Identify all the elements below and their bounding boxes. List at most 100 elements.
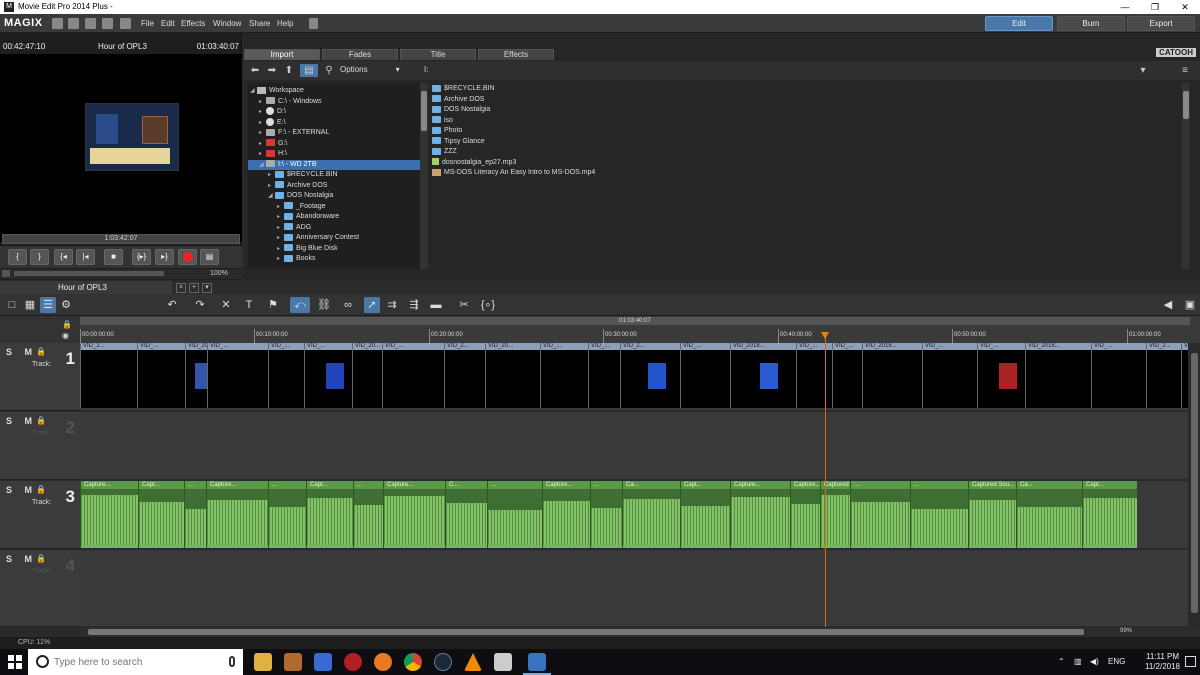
track-lock-icon[interactable]: 🔒 (36, 485, 46, 494)
vertical-scroll-thumb[interactable] (1191, 353, 1198, 613)
ungroup-icon[interactable]: ∞ (340, 297, 356, 313)
scene-view-icon[interactable]: ▦ (22, 297, 38, 313)
audio-clip[interactable]: Capture... (542, 481, 590, 548)
video-clip[interactable]: VID_... (1181, 343, 1188, 408)
video-clip[interactable]: VID_2018... (1025, 343, 1091, 408)
volume-icon[interactable]: ◀) (1090, 657, 1099, 666)
mouse-mode-icon[interactable]: ⤺ (290, 297, 310, 313)
tab-fades[interactable]: Fades (322, 49, 398, 60)
audio-clip[interactable]: Ca... (1016, 481, 1082, 548)
file-list-scrollbar[interactable] (1182, 83, 1190, 269)
video-clip[interactable]: VID_... (796, 343, 832, 408)
video-clip[interactable]: VID_... (922, 343, 977, 408)
audio-clip[interactable]: Capture... (730, 481, 790, 548)
video-clip[interactable]: VID_2... (80, 343, 137, 408)
monitor-zoom-value[interactable]: 100% (210, 270, 228, 277)
track-lane-3[interactable]: Capture... Capt...... Capture...... Capt...… (80, 481, 1188, 549)
audio-clip[interactable]: C... (445, 481, 487, 548)
solo-mute-buttons[interactable]: S M (6, 554, 37, 564)
taskbar-search-input[interactable] (54, 655, 224, 669)
video-clip[interactable]: VID_2... (620, 343, 680, 408)
timeline-zoom-value[interactable]: 99% (1120, 628, 1132, 634)
add-tab-icon[interactable]: + (189, 283, 199, 293)
tree-node[interactable]: ▸ G:\ (248, 139, 420, 149)
video-clip[interactable]: VID_... (1091, 343, 1146, 408)
expanded-arrow-icon[interactable]: ◢ (268, 191, 275, 201)
video-clip[interactable]: VID_2018... (862, 343, 922, 408)
razor-tool-icon[interactable]: ✂ (456, 297, 472, 313)
action-center-icon[interactable] (1185, 656, 1196, 667)
snap-tool-icon[interactable]: {∘} (480, 297, 496, 313)
new-project-icon[interactable] (52, 18, 63, 29)
magix-taskbar-icon[interactable] (523, 653, 551, 675)
firefox-icon[interactable] (374, 653, 392, 671)
audio-clip[interactable]: ... (910, 481, 968, 548)
video-clip[interactable]: VID_... (207, 343, 268, 408)
tab-import[interactable]: Import (244, 49, 320, 60)
view-mode-icon[interactable]: ▤ (300, 64, 318, 77)
taskbar-clock[interactable]: 11:11 PM 11/2/2018 (1145, 652, 1180, 672)
menu-edit[interactable]: Edit (161, 19, 175, 28)
vlc-icon[interactable] (464, 653, 482, 671)
menu-file[interactable]: File (141, 19, 154, 28)
track-lock-icon[interactable]: 🔒 (36, 554, 46, 563)
lock-icon[interactable]: 🔒 (62, 320, 72, 329)
tree-node[interactable]: ▸ D:\ (248, 107, 420, 117)
expanded-arrow-icon[interactable]: ◢ (250, 86, 257, 96)
track-lane-4[interactable] (80, 550, 1188, 627)
help-cursor-icon[interactable] (120, 18, 131, 29)
bird-app-icon[interactable] (494, 653, 512, 671)
tab-menu-icon[interactable]: ▾ (202, 283, 212, 293)
monitor-left-arrow-icon[interactable] (2, 270, 10, 277)
timeline-view-icon[interactable]: ☰ (40, 297, 56, 313)
video-clip[interactable]: VID_... (832, 343, 862, 408)
file-item[interactable]: Archive DOS (432, 95, 484, 105)
windows-start-icon[interactable] (8, 655, 22, 669)
file-explorer-icon[interactable] (254, 653, 272, 671)
tree-node[interactable]: ▸ H:\ (248, 149, 420, 159)
set-out-point-button[interactable]: } (30, 249, 49, 265)
timeline-ruler[interactable]: 🔒 ◉ 01:03:40:07 00:00:00:00 00:10:00:00 00… (0, 316, 1200, 343)
timeline-horizontal-scrollbar[interactable]: 99% (80, 627, 1200, 637)
collapsed-arrow-icon[interactable]: ▸ (259, 118, 266, 128)
expanded-arrow-icon[interactable]: ◢ (259, 160, 266, 170)
video-preview-screen[interactable] (0, 54, 242, 242)
close-button[interactable]: ✕ (1170, 0, 1200, 14)
folder-tree-scrollbar[interactable] (420, 83, 428, 269)
video-clip[interactable]: VID_... (382, 343, 444, 408)
settings-icon[interactable] (102, 18, 113, 29)
file-item[interactable]: Photo (432, 126, 462, 136)
file-item[interactable]: Tipsy Glance (432, 137, 485, 147)
tree-node[interactable]: ▸ E:\ (248, 117, 420, 128)
fullscreen-button[interactable]: ▤ (200, 249, 219, 265)
menu-help[interactable]: Help (277, 19, 293, 28)
title-text-icon[interactable]: T (241, 297, 257, 313)
video-clip[interactable]: VID_20... (485, 343, 540, 408)
save-icon[interactable] (85, 18, 96, 29)
collapsed-arrow-icon[interactable]: ▸ (277, 202, 284, 212)
ripple-tool-icon[interactable]: ⇉ (384, 297, 400, 313)
playhead[interactable] (821, 332, 829, 628)
tree-node[interactable]: ◢ I:\ - WD 2TB (248, 159, 420, 170)
solo-mute-buttons[interactable]: S M (6, 347, 37, 357)
audio-clip[interactable]: Captured Sou... (968, 481, 1016, 548)
video-clip[interactable]: VID_... (137, 343, 185, 408)
file-item[interactable]: dosnostalgia_ep27.mp3 (432, 158, 516, 168)
audio-clip[interactable]: Capt... (306, 481, 353, 548)
export-mode-button[interactable]: Export (1127, 16, 1195, 31)
settings-panel-icon[interactable]: ▣ (1182, 297, 1198, 313)
audio-clip[interactable]: Capt... (138, 481, 184, 548)
audio-clip[interactable]: Capture... (383, 481, 445, 548)
tray-chevron-icon[interactable]: ⌃ (1058, 657, 1065, 666)
solo-mute-buttons[interactable]: S M (6, 485, 37, 495)
video-clip[interactable]: VID_... (977, 343, 1025, 408)
collapsed-arrow-icon[interactable]: ▸ (277, 254, 284, 264)
storyboard-view-icon[interactable]: □ (4, 297, 20, 313)
set-in-point-button[interactable]: { (8, 249, 27, 265)
bug-app-icon[interactable] (344, 653, 362, 671)
go-to-in-button[interactable]: {◂ (54, 249, 73, 265)
folder-tree-scroll-thumb[interactable] (421, 91, 427, 131)
audio-clip[interactable]: Capt... (1082, 481, 1137, 548)
trim-tool-icon[interactable]: ▬ (428, 297, 444, 313)
audio-clip[interactable]: ... (353, 481, 383, 548)
